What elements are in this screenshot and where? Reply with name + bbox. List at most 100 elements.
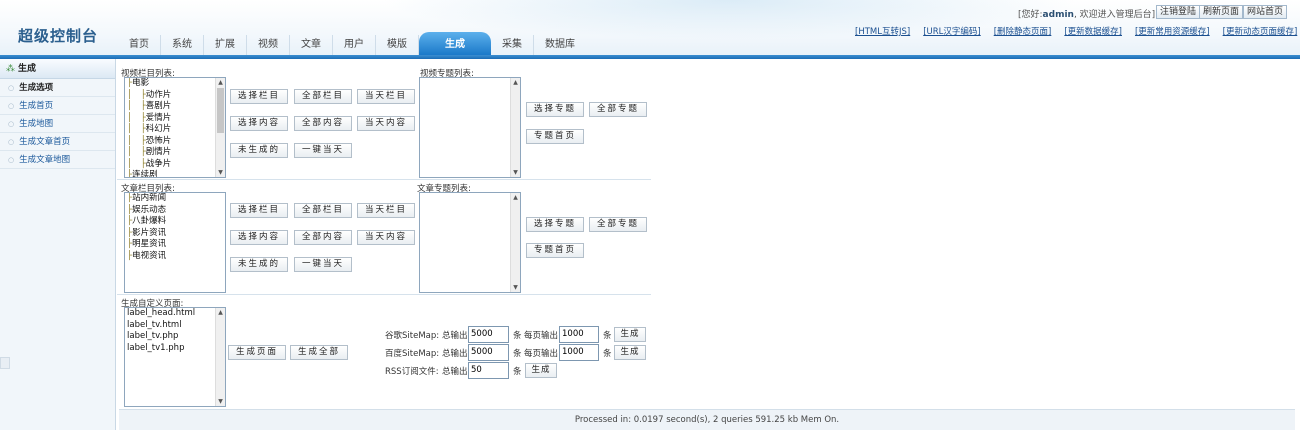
google-total-input[interactable]: 5000 xyxy=(468,326,509,343)
url-encode-link[interactable]: [URL汉字编码] xyxy=(923,25,981,37)
list-option[interactable]: │ ├剧情片 xyxy=(125,147,225,159)
nav-video[interactable]: 视频 xyxy=(247,35,290,55)
custom-pages-list[interactable]: label_head.html label_tv.html label_tv.php… xyxy=(124,307,226,407)
nav-generate[interactable]: 生成 xyxy=(419,32,491,55)
custom-page-options: label_head.html label_tv.html label_tv.php… xyxy=(125,308,225,354)
nav-users[interactable]: 用户 xyxy=(333,35,376,55)
video-topic-list[interactable]: ▲ ▼ xyxy=(419,77,521,178)
baidu-total-input[interactable]: 5000 xyxy=(468,344,509,361)
list-option[interactable]: ├影片资讯 xyxy=(125,228,225,240)
rss-total-input[interactable]: 50 xyxy=(468,362,509,379)
scroll-thumb[interactable] xyxy=(217,88,224,133)
video-not-generated-button[interactable]: 未生成的 xyxy=(230,143,288,158)
nav-home[interactable]: 首页 xyxy=(118,35,161,55)
article-all-categories-button[interactable]: 全部栏目 xyxy=(294,203,352,218)
list-option[interactable]: │ ├科幻片 xyxy=(125,124,225,136)
video-category-options: ├电影 │ ├动作片 │ ├喜剧片 │ ├爱情片 │ ├科幻片 │ ├恐怖片 │ ├剧情片 │… xyxy=(125,78,225,177)
option-label: 爱情片 xyxy=(145,112,172,123)
google-generate-button[interactable]: 生成 xyxy=(614,327,646,342)
nav-system[interactable]: 系统 xyxy=(161,35,204,55)
article-topic-list[interactable]: ▲ ▼ xyxy=(419,192,521,293)
generate-page-button[interactable]: 生成页面 xyxy=(228,345,286,360)
video-select-topic-button[interactable]: 选择专题 xyxy=(526,102,584,117)
nav-articles[interactable]: 文章 xyxy=(290,35,333,55)
video-today-category-button[interactable]: 当天栏目 xyxy=(357,89,415,104)
list-option[interactable]: label_tv1.php xyxy=(125,343,225,355)
update-dynamic-cache-link[interactable]: [更新动态页面缓存] xyxy=(1223,25,1298,37)
baidu-generate-button[interactable]: 生成 xyxy=(614,345,646,360)
list-option[interactable]: ├电影 xyxy=(125,78,225,90)
sidebar-item-label: 生成地图 xyxy=(19,119,54,129)
update-resource-cache-link[interactable]: [更新常用资源缓存] xyxy=(1135,25,1210,37)
nav-templates[interactable]: 模版 xyxy=(376,35,419,55)
list-option[interactable]: │ ├喜剧片 xyxy=(125,101,225,113)
video-today-content-button[interactable]: 当天内容 xyxy=(357,116,415,131)
video-category-scrollbar[interactable]: ▲ ▼ xyxy=(215,78,225,177)
site-home-button[interactable]: 网站首页 xyxy=(1243,5,1288,19)
list-option[interactable]: ├站内新闻 xyxy=(125,193,225,205)
video-topic-scrollbar[interactable]: ▲ ▼ xyxy=(510,78,520,177)
article-select-topic-button[interactable]: 选择专题 xyxy=(526,217,584,232)
nav-database[interactable]: 数据库 xyxy=(534,35,586,55)
sidebar-item-article-home[interactable]: ○ 生成文章首页 xyxy=(0,133,115,151)
unit-label: 条 xyxy=(513,349,522,359)
article-today-category-button[interactable]: 当天栏目 xyxy=(357,203,415,218)
video-select-category-button[interactable]: 选择栏目 xyxy=(230,89,288,104)
nav-collect[interactable]: 采集 xyxy=(491,35,534,55)
sidebar-item-home[interactable]: ○ 生成首页 xyxy=(0,97,115,115)
video-category-list[interactable]: ├电影 │ ├动作片 │ ├喜剧片 │ ├爱情片 │ ├科幻片 │ ├恐怖片 │ ├剧情片 │… xyxy=(124,77,226,178)
scroll-up-icon[interactable]: ▲ xyxy=(511,193,520,202)
scroll-down-icon[interactable]: ▼ xyxy=(511,168,520,177)
baidu-per-page-input[interactable]: 1000 xyxy=(559,344,599,361)
google-per-page-input[interactable]: 1000 xyxy=(559,326,599,343)
list-option[interactable]: ├娱乐动态 xyxy=(125,205,225,217)
video-all-content-button[interactable]: 全部内容 xyxy=(294,116,352,131)
scroll-down-icon[interactable]: ▼ xyxy=(216,397,225,406)
article-select-content-button[interactable]: 选择内容 xyxy=(230,230,288,245)
video-all-topics-button[interactable]: 全部专题 xyxy=(589,102,647,117)
scroll-down-icon[interactable]: ▼ xyxy=(216,168,225,177)
list-option[interactable]: ├连续剧 xyxy=(125,170,225,177)
delete-static-link[interactable]: [删除静态页面] xyxy=(994,25,1052,37)
list-option[interactable]: ├电视资讯 xyxy=(125,251,225,263)
custom-pages-scrollbar[interactable]: ▲ ▼ xyxy=(215,308,225,406)
scroll-up-icon[interactable]: ▲ xyxy=(216,308,225,317)
refresh-button[interactable]: 刷新页面 xyxy=(1199,5,1244,19)
article-category-list[interactable]: ├站内新闻 ├娱乐动态 ├八卦爆料 ├影片资讯 ├明星资讯 ├电视资讯 xyxy=(124,192,226,293)
article-not-generated-button[interactable]: 未生成的 xyxy=(230,257,288,272)
logout-button[interactable]: 注销登陆 xyxy=(1156,5,1201,19)
update-data-cache-link[interactable]: [更新数据缓存] xyxy=(1064,25,1122,37)
scroll-up-icon[interactable]: ▲ xyxy=(511,78,520,87)
article-select-category-button[interactable]: 选择栏目 xyxy=(230,203,288,218)
html-js-link[interactable]: [HTML互转JS] xyxy=(855,25,910,37)
article-today-content-button[interactable]: 当天内容 xyxy=(357,230,415,245)
video-topic-home-button[interactable]: 专题首页 xyxy=(526,129,584,144)
article-one-click-today-button[interactable]: 一键当天 xyxy=(294,257,352,272)
list-option[interactable]: label_tv.php xyxy=(125,331,225,343)
list-option[interactable]: │ ├爱情片 xyxy=(125,113,225,125)
list-option[interactable]: label_tv.html xyxy=(125,320,225,332)
baidu-sitemap-row: 百度SiteMap: 总输出 5000 条 每页输出 1000 条 生成 xyxy=(379,344,649,361)
list-option[interactable]: │ ├动作片 xyxy=(125,90,225,102)
list-option[interactable]: │ ├恐怖片 xyxy=(125,136,225,148)
sidebar-collapse-handle[interactable] xyxy=(0,357,10,369)
scroll-up-icon[interactable]: ▲ xyxy=(216,78,225,87)
article-topic-scrollbar[interactable]: ▲ ▼ xyxy=(510,193,520,292)
video-one-click-today-button[interactable]: 一键当天 xyxy=(294,143,352,158)
list-option[interactable]: │ ├战争片 xyxy=(125,159,225,171)
list-option[interactable]: ├八卦爆料 xyxy=(125,216,225,228)
article-topic-home-button[interactable]: 专题首页 xyxy=(526,243,584,258)
rss-generate-button[interactable]: 生成 xyxy=(525,363,557,378)
list-option[interactable]: ├明星资讯 xyxy=(125,239,225,251)
sidebar-item-map[interactable]: ○ 生成地图 xyxy=(0,115,115,133)
nav-extensions[interactable]: 扩展 xyxy=(204,35,247,55)
article-all-content-button[interactable]: 全部内容 xyxy=(294,230,352,245)
sidebar-item-options[interactable]: ○ 生成选项 xyxy=(0,79,115,97)
generate-all-button[interactable]: 生成全部 xyxy=(290,345,348,360)
list-option[interactable]: label_head.html xyxy=(125,308,225,320)
video-select-content-button[interactable]: 选择内容 xyxy=(230,116,288,131)
article-all-topics-button[interactable]: 全部专题 xyxy=(589,217,647,232)
scroll-down-icon[interactable]: ▼ xyxy=(511,283,520,292)
sidebar-item-article-map[interactable]: ○ 生成文章地图 xyxy=(0,151,115,169)
video-all-categories-button[interactable]: 全部栏目 xyxy=(294,89,352,104)
